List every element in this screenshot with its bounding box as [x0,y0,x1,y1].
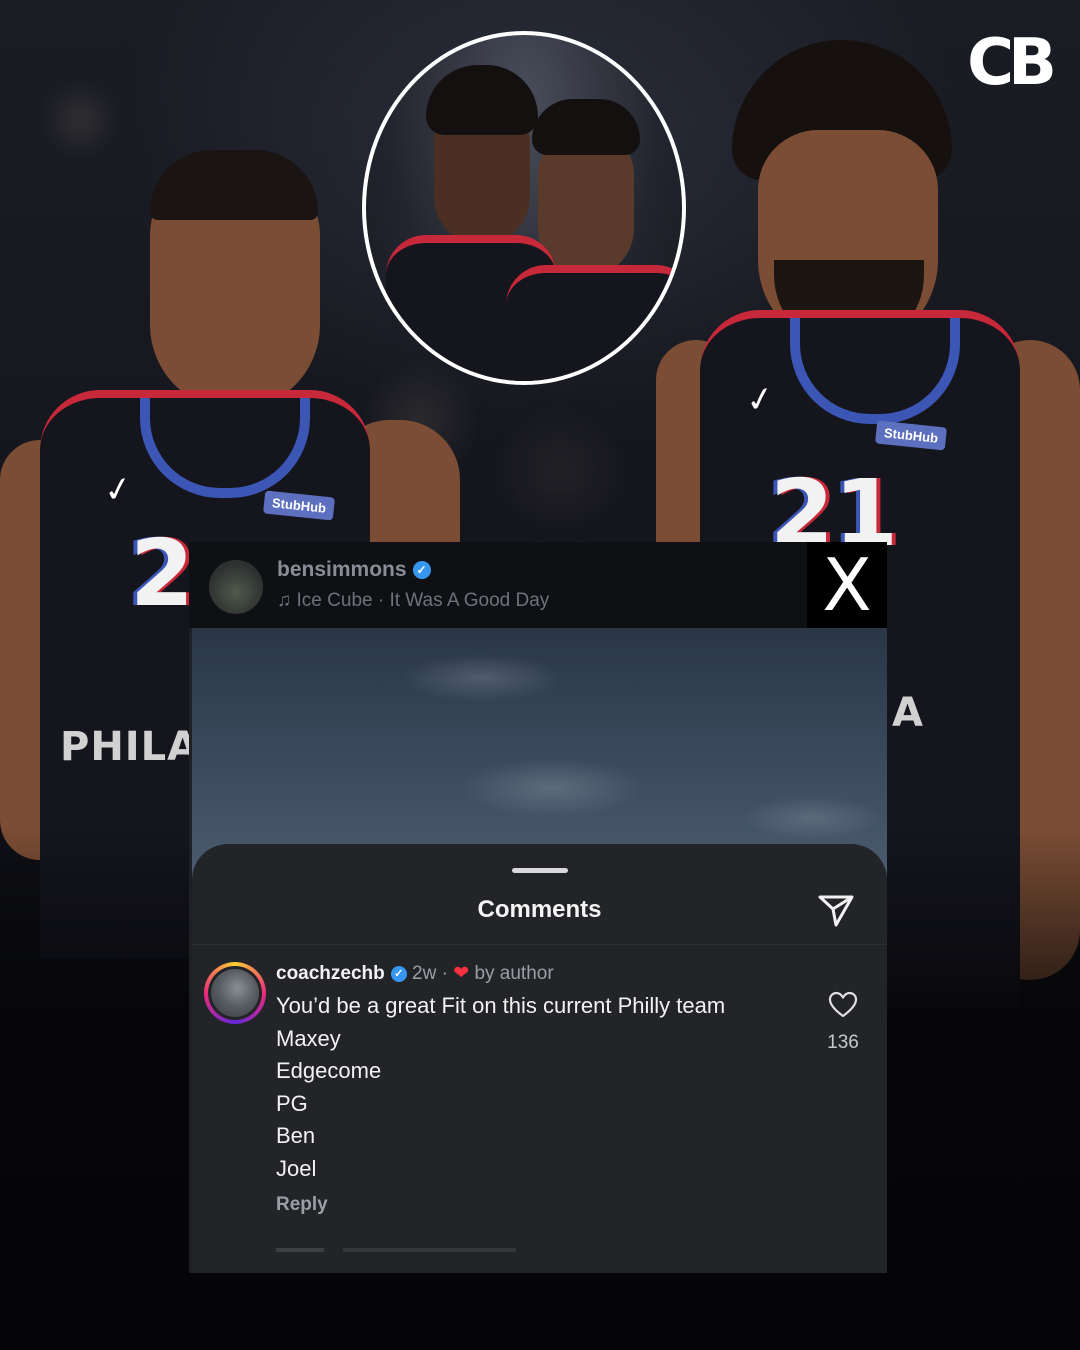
heart-icon[interactable] [828,990,858,1020]
comment-body: You’d be a great Fit on this current Phi… [276,990,796,1185]
inset-player-1-hair [426,65,538,135]
sheet-divider [192,944,887,945]
inset-player-2-hair [532,99,640,155]
comment-line: Maxey [276,1025,341,1051]
comment-line: You’d be a great Fit on this current Phi… [276,993,726,1018]
post-username[interactable]: bensimmons [277,558,407,581]
post-avatar[interactable] [209,560,263,614]
cb-logo: CB [967,26,1057,100]
comment-header: coachzechb ✓ 2w · ❤ by author [276,962,554,985]
author-heart-icon: ❤ [453,963,470,984]
comment-separator: · [441,963,448,984]
comments-sheet: Comments coachzechb ✓ 2w · ❤ by author Yo… [192,844,887,1273]
left-player-hair [150,150,318,220]
comment-avatar-photo [211,969,259,1017]
sheet-grabber[interactable] [512,868,568,873]
left-jersey-number: 2 [130,520,195,627]
comment-line: Edgecome [276,1058,382,1083]
comment-line: Joel [276,1155,317,1181]
post-song-title: Ice Cube · It Was A Good Day [296,590,550,611]
inset-photo [362,31,686,385]
reply-button[interactable]: Reply [276,1194,328,1216]
post-username-row: bensimmons ✓ [277,558,431,582]
send-icon[interactable] [816,890,856,930]
post-audio[interactable]: ♫ Ice Cube · It Was A Good Day [277,590,549,612]
post-header: bensimmons ✓ ♫ Ice Cube · It Was A Good D… [189,542,807,628]
verified-badge-icon: ✓ [412,561,431,580]
comment-username[interactable]: coachzechb [276,963,385,984]
comment-line: Ben [276,1123,316,1148]
comments-title: Comments [477,896,602,923]
inset-player-2-jersey [506,265,682,381]
comment-line: PG [276,1090,308,1116]
right-team-text: A [892,690,924,736]
liked-by-author: by author [474,963,554,984]
x-logo-icon: X [807,542,887,628]
comment-avatar[interactable] [204,962,266,1024]
comment-time: 2w [412,963,437,984]
verified-badge-icon: ✓ [390,965,407,982]
like-count: 136 [827,1032,859,1053]
music-note-icon: ♫ [277,590,292,611]
instagram-screenshot: bensimmons ✓ ♫ Ice Cube · It Was A Good D… [189,542,887,1273]
view-replies-line[interactable] [276,1248,516,1252]
